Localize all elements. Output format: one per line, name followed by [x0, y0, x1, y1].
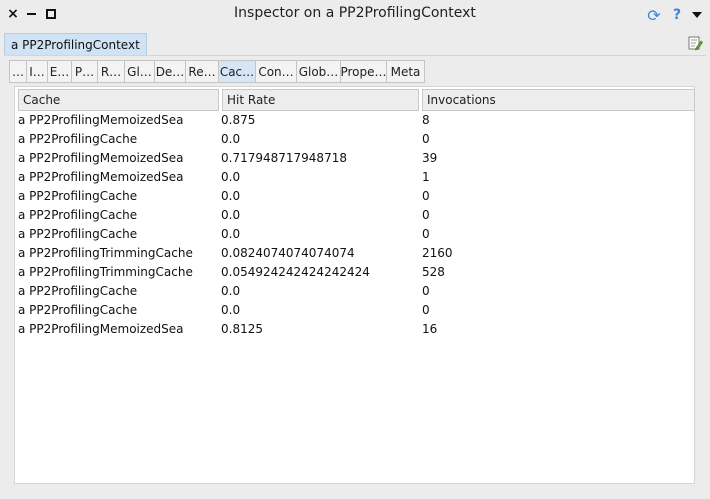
cell-invocations: 0: [422, 303, 430, 317]
table-row[interactable]: a PP2ProfilingMemoizedSea 0.0 1: [15, 168, 694, 187]
table-row[interactable]: a PP2ProfilingTrimmingCache 0.08240740740…: [15, 244, 694, 263]
table-row[interactable]: a PP2ProfilingCache 0.0 0: [15, 301, 694, 320]
cell-cache: a PP2ProfilingMemoizedSea: [18, 113, 184, 127]
tab-presentation[interactable]: …: [9, 60, 27, 83]
cell-invocations: 0: [422, 132, 430, 146]
table-row[interactable]: a PP2ProfilingMemoizedSea 0.875 8: [15, 111, 694, 130]
cell-invocations: 8: [422, 113, 430, 127]
object-tab-label: a PP2ProfilingContext: [11, 37, 140, 52]
table-header: Cache Hit Rate Invocations: [18, 89, 695, 111]
cell-invocations: 0: [422, 284, 430, 298]
object-tab[interactable]: a PP2ProfilingContext: [4, 33, 147, 55]
cell-hit-rate: 0.8125: [221, 322, 263, 336]
cell-hit-rate: 0.0824074074074074: [221, 246, 355, 260]
column-header-hit-rate[interactable]: Hit Rate: [222, 89, 419, 111]
cell-cache: a PP2ProfilingCache: [18, 303, 138, 317]
tab-meta[interactable]: Meta: [387, 60, 425, 83]
column-header-cache[interactable]: Cache: [18, 89, 219, 111]
cell-hit-rate: 0.875: [221, 113, 256, 127]
cell-invocations: 2160: [422, 246, 453, 260]
tab-presentation[interactable]: P…: [72, 60, 98, 83]
refresh-icon[interactable]: ⟳: [644, 6, 664, 25]
cell-hit-rate: 0.0: [221, 132, 241, 146]
table-row[interactable]: a PP2ProfilingCache 0.0 0: [15, 225, 694, 244]
tab-presentation[interactable]: De…: [155, 60, 186, 83]
presentation-tabs: … I… E… P… R… Gl… De… Re… Cac… Con… Glob…: [9, 60, 425, 83]
table-row[interactable]: a PP2ProfilingTrimmingCache 0.05492424242…: [15, 263, 694, 282]
tab-presentation[interactable]: Gl…: [125, 60, 155, 83]
cell-invocations: 1: [422, 170, 430, 184]
cell-hit-rate: 0.717948717948718: [221, 151, 347, 165]
window-title: Inspector on a PP2ProfilingContext: [234, 5, 476, 21]
tab-caches[interactable]: Cac…: [219, 60, 256, 83]
column-header-invocations[interactable]: Invocations: [422, 89, 695, 111]
tab-presentation[interactable]: I…: [27, 60, 48, 83]
tab-presentation[interactable]: E…: [48, 60, 72, 83]
table-row[interactable]: a PP2ProfilingCache 0.0 0: [15, 130, 694, 149]
cell-cache: a PP2ProfilingCache: [18, 227, 138, 241]
cell-cache: a PP2ProfilingMemoizedSea: [18, 151, 184, 165]
cell-hit-rate: 0.0: [221, 303, 241, 317]
cache-table-panel: Cache Hit Rate Invocations a PP2Profilin…: [14, 86, 695, 484]
tab-presentation[interactable]: Con…: [256, 60, 297, 83]
cell-hit-rate: 0.054924242424242424: [221, 265, 370, 279]
cell-cache: a PP2ProfilingTrimmingCache: [18, 246, 193, 260]
cell-cache: a PP2ProfilingCache: [18, 284, 138, 298]
edit-icon[interactable]: [687, 35, 703, 51]
table-body: a PP2ProfilingMemoizedSea 0.875 8 a PP2Pro…: [15, 111, 694, 339]
window-titlebar: × Inspector on a PP2ProfilingContext ⟳ ?: [0, 0, 710, 28]
tab-divider: [4, 55, 706, 56]
cell-hit-rate: 0.0: [221, 284, 241, 298]
cell-cache: a PP2ProfilingCache: [18, 132, 138, 146]
cell-invocations: 528: [422, 265, 445, 279]
tab-presentation[interactable]: Glob…: [297, 60, 341, 83]
table-row[interactable]: a PP2ProfilingCache 0.0 0: [15, 187, 694, 206]
cell-invocations: 16: [422, 322, 438, 336]
table-row[interactable]: a PP2ProfilingMemoizedSea 0.7179487179487…: [15, 149, 694, 168]
cell-invocations: 39: [422, 151, 438, 165]
cell-cache: a PP2ProfilingCache: [18, 208, 138, 222]
table-row[interactable]: a PP2ProfilingCache 0.0 0: [15, 206, 694, 225]
window-menu-icon[interactable]: [690, 6, 704, 24]
tab-presentation[interactable]: Re…: [186, 60, 219, 83]
cell-cache: a PP2ProfilingTrimmingCache: [18, 265, 193, 279]
cell-hit-rate: 0.0: [221, 227, 241, 241]
cell-cache: a PP2ProfilingMemoizedSea: [18, 322, 184, 336]
cell-invocations: 0: [422, 189, 430, 203]
tab-presentation[interactable]: R…: [98, 60, 125, 83]
cell-invocations: 0: [422, 208, 430, 222]
table-row[interactable]: a PP2ProfilingMemoizedSea 0.8125 16: [15, 320, 694, 339]
table-row[interactable]: a PP2ProfilingCache 0.0 0: [15, 282, 694, 301]
tab-presentation[interactable]: Prope…: [341, 60, 387, 83]
help-icon[interactable]: ?: [670, 6, 684, 24]
cell-hit-rate: 0.0: [221, 170, 241, 184]
cell-cache: a PP2ProfilingMemoizedSea: [18, 170, 184, 184]
cell-invocations: 0: [422, 227, 430, 241]
cell-cache: a PP2ProfilingCache: [18, 189, 138, 203]
cell-hit-rate: 0.0: [221, 189, 241, 203]
cell-hit-rate: 0.0: [221, 208, 241, 222]
